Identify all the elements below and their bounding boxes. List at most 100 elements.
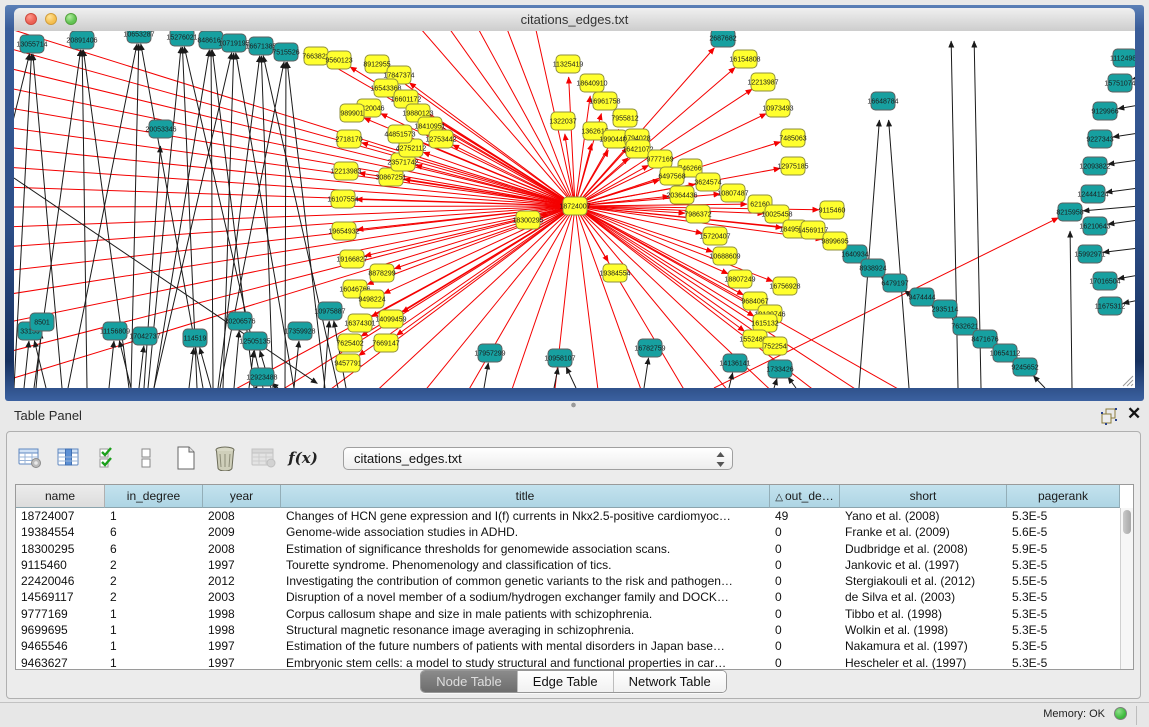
scrollbar-thumb[interactable] (1123, 510, 1131, 534)
graph-node[interactable]: 12975185 (777, 157, 808, 175)
graph-node[interactable]: 17042737 (129, 327, 160, 345)
column-header-year[interactable]: year (203, 485, 281, 508)
graph-node[interactable]: 8215958 (1056, 203, 1083, 221)
graph-node[interactable]: 19166827 (336, 250, 367, 268)
tab-edge-table[interactable]: Edge Table (518, 671, 614, 692)
table-row[interactable]: 977716911998Corpus callosum shape and si… (16, 606, 1120, 622)
graph-node[interactable]: 12505135 (239, 332, 270, 350)
graph-node[interactable]: 16648784 (867, 92, 898, 110)
table-selector-dropdown[interactable]: citations_edges.txt (343, 447, 733, 470)
graph-node[interactable]: 10653287 (123, 31, 154, 43)
graph-node[interactable]: 9115460 (819, 201, 846, 219)
graph-node[interactable]: 114519 (183, 329, 207, 347)
table-row[interactable]: 911546021997Tourette syndrome. Phenomeno… (16, 557, 1120, 573)
graph-node[interactable]: 14099459 (375, 310, 406, 328)
graph-node[interactable]: 12213983 (330, 162, 361, 180)
tab-node-table[interactable]: Node Table (421, 671, 518, 692)
panel-splitter[interactable] (569, 402, 578, 408)
graph-node[interactable]: 20206576 (224, 312, 255, 330)
memory-ok-indicator[interactable] (1114, 707, 1127, 720)
graph-node[interactable]: 8878299 (368, 264, 395, 282)
graph-node[interactable]: 12093822 (1079, 157, 1110, 175)
graph-node[interactable]: 8938924 (859, 259, 886, 277)
graph-node[interactable]: 7669147 (372, 334, 399, 352)
column-header-pagerank[interactable]: pagerank (1007, 485, 1120, 508)
column-header-out_de[interactable]: △out_de… (770, 485, 840, 508)
graph-node[interactable]: 9777169 (646, 150, 673, 168)
graph-node[interactable]: 8501 (30, 313, 54, 331)
graph-node[interactable]: 12444124 (1077, 185, 1108, 203)
graph-node[interactable]: 17016504 (1089, 272, 1120, 290)
column-header-short[interactable]: short (840, 485, 1007, 508)
function-builder-icon[interactable]: f(x) (290, 445, 316, 471)
graph-node[interactable]: 2718170 (335, 130, 362, 148)
graph-node[interactable]: 15992971 (1074, 245, 1105, 263)
graph-node[interactable]: 1322037 (549, 112, 576, 130)
close-panel-icon[interactable]: ✕ (1127, 404, 1141, 424)
vertical-scrollbar[interactable] (1120, 508, 1133, 669)
graph-node[interactable]: 7485063 (779, 129, 806, 147)
table-row[interactable]: 2242004622012Investigating the contribut… (16, 573, 1120, 589)
graph-node[interactable]: 12923488 (246, 368, 277, 386)
graph-node[interactable]: 2935114 (932, 300, 959, 318)
delete-table-icon[interactable] (251, 445, 277, 471)
table-row[interactable]: 1830029562008Estimation of significance … (16, 541, 1120, 557)
graph-node[interactable]: 16756928 (769, 277, 800, 295)
graph-node[interactable]: 11156809 (100, 322, 130, 340)
graph-node[interactable]: 7515526 (272, 43, 299, 61)
graph-node[interactable]: 10975887 (314, 302, 345, 320)
table-row[interactable]: 969969511998Structural magnetic resonanc… (16, 622, 1120, 638)
create-column-icon[interactable] (173, 445, 199, 471)
graph-node[interactable]: 9899695 (821, 232, 848, 250)
table-row[interactable]: 1872400712008Changes of HCN gene express… (16, 508, 1120, 524)
column-header-name[interactable]: name (16, 485, 105, 508)
graph-node[interactable]: 13055714 (16, 35, 47, 53)
graph-node[interactable]: 15276021 (166, 31, 197, 46)
graph-node[interactable]: 9560123 (325, 51, 352, 69)
network-window-titlebar[interactable]: citations_edges.txt (14, 8, 1135, 32)
delete-column-icon[interactable] (212, 445, 238, 471)
table-row[interactable]: 946362711997Embryonic stem cells: a mode… (16, 655, 1120, 670)
citation-network-graph[interactable]: 1305571420891406106532871527602184861631… (14, 31, 1135, 388)
select-columns-icon[interactable] (56, 445, 82, 471)
graph-node[interactable]: 20053346 (145, 120, 176, 138)
graph-node[interactable]: 989901 (340, 104, 364, 122)
graph-node[interactable]: 11325419 (553, 55, 584, 73)
column-header-in_degree[interactable]: in_degree (105, 485, 203, 508)
graph-node[interactable]: 15751074 (1104, 74, 1135, 92)
graph-node[interactable]: 16107554 (327, 190, 358, 208)
graph-node[interactable]: 16961758 (589, 92, 620, 110)
graph-node[interactable]: 18300295 (512, 211, 543, 229)
graph-node[interactable]: 9474444 (908, 288, 935, 306)
table-row[interactable]: 1456911722003Disruption of a novel membe… (16, 589, 1120, 605)
unselect-all-columns-icon[interactable] (134, 445, 160, 471)
graph-node[interactable]: 15720407 (699, 227, 730, 245)
graph-node[interactable]: 12213987 (747, 73, 778, 91)
graph-node[interactable]: 7986372 (684, 205, 711, 223)
table-row[interactable]: 1938455462009Genome-wide association stu… (16, 524, 1120, 540)
graph-node[interactable]: 9129966 (1091, 102, 1118, 120)
graph-node[interactable]: 6497568 (658, 167, 685, 185)
graph-node[interactable]: 7625402 (336, 334, 363, 352)
graph-node[interactable]: 16782759 (634, 339, 665, 357)
graph-node[interactable]: 1733426 (766, 360, 793, 378)
graph-node[interactable]: 17957299 (474, 344, 505, 362)
graph-node[interactable]: 16210643 (1079, 217, 1110, 235)
table-row[interactable]: 946554611997Estimation of the future num… (16, 638, 1120, 654)
graph-node[interactable]: 10958107 (544, 349, 575, 367)
graph-node[interactable]: 14136141 (719, 354, 750, 372)
graph-node[interactable]: 18724007 (559, 197, 590, 215)
graph-node[interactable]: 18807249 (724, 270, 755, 288)
graph-node[interactable]: 6479197 (881, 274, 908, 292)
graph-node[interactable]: 9498224 (358, 290, 385, 308)
resize-grip-icon[interactable] (1120, 373, 1134, 387)
graph-node[interactable]: 9245652 (1011, 358, 1038, 376)
select-all-columns-icon[interactable] (95, 445, 121, 471)
graph-node[interactable]: 9227343 (1086, 130, 1113, 148)
graph-node[interactable]: 1615132 (751, 314, 778, 332)
graph-node[interactable]: 10688609 (709, 247, 740, 265)
graph-node[interactable]: 12753442 (425, 130, 456, 148)
graph-node[interactable]: 20364436 (666, 186, 697, 204)
graph-node[interactable]: 9457791 (334, 354, 361, 372)
graph-node[interactable]: 20891406 (66, 31, 97, 49)
